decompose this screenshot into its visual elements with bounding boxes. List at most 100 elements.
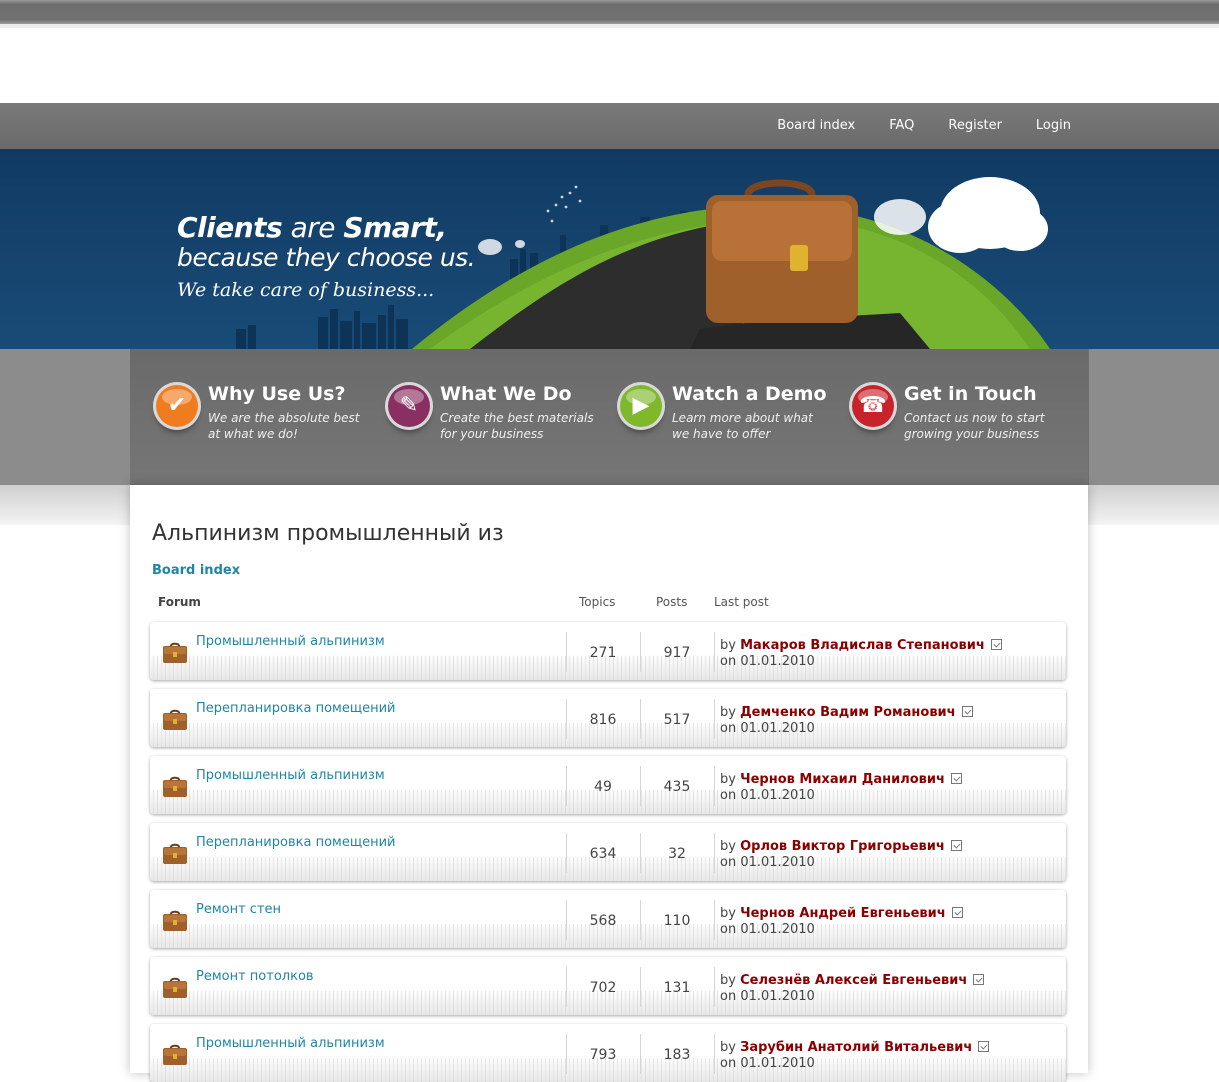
feature-title: Watch a Demo (672, 383, 827, 405)
last-post-author[interactable]: Орлов Виктор Григорьевич (740, 839, 945, 854)
last-post: by Орлов Виктор Григорьевич on 01.01.2010 (720, 839, 962, 871)
last-post-author[interactable]: Зарубин Анатолий Витальевич (740, 1040, 972, 1055)
phone-icon: ☎ (852, 385, 894, 427)
slogan-line3: We take care of business... (177, 279, 435, 301)
last-post: by Чернов Андрей Евгеньевич on 01.01.2010 (720, 906, 963, 938)
feature-title: Get in Touch (904, 383, 1037, 405)
check-icon: ✔ (156, 385, 198, 427)
breadcrumb-board-index[interactable]: Board index (152, 563, 240, 578)
feature-title: What We Do (440, 383, 572, 405)
view-latest-post-icon[interactable] (978, 1041, 990, 1052)
ornament-right (1089, 349, 1219, 485)
on-label: on (720, 989, 737, 1004)
column-divider (714, 967, 715, 1007)
last-post-date: 01.01.2010 (740, 654, 815, 669)
page-title: Альпинизм промышленный из (152, 521, 504, 546)
play-icon: ▶ (620, 385, 662, 427)
feature-get-in-touch[interactable]: ☎ Get in Touch Contact us now to start gr… (852, 383, 1082, 453)
column-divider (714, 833, 715, 873)
feature-what-we-do[interactable]: ✎ What We Do Create the best materials fo… (388, 383, 618, 453)
last-post: by Чернов Михаил Данилович on 01.01.2010 (720, 772, 962, 804)
on-label: on (720, 721, 737, 736)
top-strip-line (0, 24, 1219, 28)
view-latest-post-icon[interactable] (951, 907, 963, 918)
last-post-author[interactable]: Чернов Андрей Евгеньевич (740, 906, 946, 921)
posts-count: 110 (663, 913, 691, 929)
topics-count: 568 (589, 913, 617, 929)
features-panel: ✔ Why Use Us? We are the absolute best at… (130, 349, 1088, 485)
view-latest-post-icon[interactable] (950, 840, 962, 851)
slogan-line1: Clients are Smart, (177, 211, 447, 244)
forum-link[interactable]: Промышленный альпинизм (196, 634, 385, 649)
last-post-date: 01.01.2010 (740, 721, 815, 736)
forum-row: Ремонт потолков 702 131 by Селезнёв Алексей… (150, 957, 1066, 1015)
by-label: by (720, 705, 736, 720)
feature-why-use-us[interactable]: ✔ Why Use Us? We are the absolute best at… (156, 383, 386, 453)
forum-folder-icon (163, 709, 187, 730)
column-divider (714, 699, 715, 739)
forum-link[interactable]: Ремонт потолков (196, 969, 314, 984)
posts-count: 32 (668, 846, 686, 862)
posts-count: 517 (663, 712, 691, 728)
posts-count: 435 (663, 779, 691, 795)
header-forum: Forum (158, 595, 201, 609)
forum-row: Промышленный альпинизм 271 917 by Макаров В… (150, 622, 1066, 680)
feature-desc: Contact us now to start growing your busi… (904, 411, 1045, 441)
posts-count: 183 (663, 1047, 691, 1063)
view-latest-post-icon[interactable] (990, 639, 1002, 650)
view-latest-post-icon[interactable] (950, 773, 962, 784)
briefcase-icon (706, 179, 858, 323)
topics-count: 816 (589, 712, 617, 728)
forum-folder-icon (163, 843, 187, 864)
on-label: on (720, 855, 737, 870)
column-divider (714, 766, 715, 806)
view-latest-post-icon[interactable] (961, 706, 973, 717)
last-post-author[interactable]: Демченко Вадим Романович (740, 705, 956, 720)
last-post-author[interactable]: Макаров Владислав Степанович (740, 638, 985, 653)
last-post-date: 01.01.2010 (740, 788, 815, 803)
nav-board-index[interactable]: Board index (777, 103, 855, 149)
forum-row: Ремонт стен 568 110 by Чернов Андрей Евгень… (150, 890, 1066, 948)
on-label: on (720, 788, 737, 803)
forum-row: Промышленный альпинизм 793 183 by Зарубин А… (150, 1024, 1066, 1082)
feature-desc: Learn more about what we have to offer (672, 411, 813, 441)
view-latest-post-icon[interactable] (973, 974, 985, 985)
nav-register[interactable]: Register (948, 103, 1002, 149)
last-post: by Макаров Владислав Степанович on 01.01.… (720, 638, 1002, 670)
last-post-date: 01.01.2010 (740, 855, 815, 870)
forum-row: Перепланировка помещений 816 517 by Демченк… (150, 689, 1066, 747)
nav-login[interactable]: Login (1036, 103, 1071, 149)
forum-link[interactable]: Перепланировка помещений (196, 835, 395, 850)
forum-folder-icon (163, 1044, 187, 1065)
feature-watch-demo[interactable]: ▶ Watch a Demo Learn more about what we h… (620, 383, 850, 453)
topics-count: 702 (589, 980, 617, 996)
by-label: by (720, 772, 736, 787)
forum-link[interactable]: Промышленный альпинизм (196, 1036, 385, 1051)
last-post: by Селезнёв Алексей Евгеньевич on 01.01.2… (720, 973, 985, 1005)
feature-desc: We are the absolute best at what we do! (208, 411, 360, 441)
ornament-left (0, 349, 130, 485)
last-post-date: 01.01.2010 (740, 989, 815, 1004)
column-divider (714, 632, 715, 672)
forum-folder-icon (163, 642, 187, 663)
by-label: by (720, 973, 736, 988)
forum-link[interactable]: Промышленный альпинизм (196, 768, 385, 783)
forum-link[interactable]: Перепланировка помещений (196, 701, 395, 716)
features-bar: ✔ Why Use Us? We are the absolute best at… (0, 349, 1219, 485)
by-label: by (720, 839, 736, 854)
header-topics: Topics (579, 595, 616, 609)
forum-link[interactable]: Ремонт стен (196, 902, 281, 917)
header-last-post: Last post (714, 595, 769, 609)
by-label: by (720, 1040, 736, 1055)
last-post-date: 01.01.2010 (740, 1056, 815, 1071)
last-post-author[interactable]: Чернов Михаил Данилович (740, 772, 945, 787)
topics-count: 634 (589, 846, 617, 862)
on-label: on (720, 654, 737, 669)
top-strip (0, 0, 1219, 24)
forum-folder-icon (163, 977, 187, 998)
last-post-author[interactable]: Селезнёв Алексей Евгеньевич (740, 973, 967, 988)
nav-faq[interactable]: FAQ (889, 103, 914, 149)
forum-folder-icon (163, 776, 187, 797)
main-nav: Board index FAQ Register Login (0, 103, 1219, 149)
forum-row: Промышленный альпинизм 49 435 by Чернов Мих… (150, 756, 1066, 814)
